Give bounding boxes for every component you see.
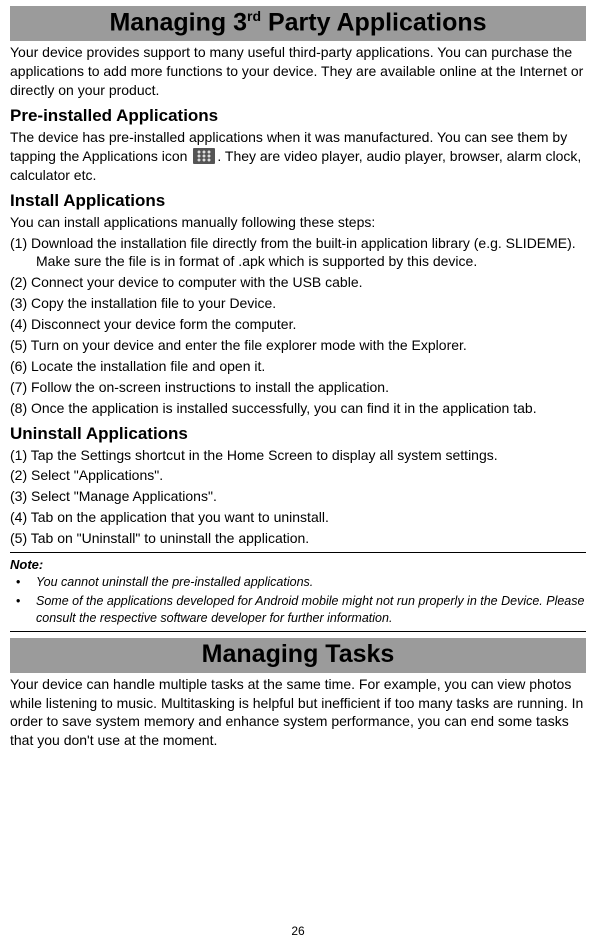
heading-superscript: rd: [247, 8, 261, 24]
note-title: Note:: [10, 557, 586, 572]
subheading-preinstalled: Pre-installed Applications: [10, 106, 586, 126]
install-step: (3) Copy the installation file to your D…: [10, 294, 586, 313]
uninstall-step: (2) Select "Applications".: [10, 466, 586, 485]
divider: [10, 631, 586, 632]
uninstall-step: (3) Select "Manage Applications".: [10, 487, 586, 506]
uninstall-step: (1) Tap the Settings shortcut in the Hom…: [10, 446, 586, 465]
install-step: (8) Once the application is installed su…: [10, 399, 586, 418]
intro-paragraph: Your device provides support to many use…: [10, 43, 586, 100]
install-step: (5) Turn on your device and enter the fi…: [10, 336, 586, 355]
applications-grid-icon: [193, 148, 215, 164]
tasks-paragraph: Your device can handle multiple tasks at…: [10, 675, 586, 751]
section-heading-managing-tasks: Managing Tasks: [10, 638, 586, 673]
section-heading-managing-apps: Managing 3rd Party Applications: [10, 6, 586, 41]
install-step: (6) Locate the installation file and ope…: [10, 357, 586, 376]
note-list: You cannot uninstall the pre-installed a…: [10, 574, 586, 627]
heading-text-suffix: Party Applications: [261, 8, 487, 36]
preinstalled-paragraph: The device has pre-installed application…: [10, 128, 586, 185]
subheading-uninstall: Uninstall Applications: [10, 424, 586, 444]
uninstall-step: (5) Tab on "Uninstall" to uninstall the …: [10, 529, 586, 548]
install-step: (1) Download the installation file direc…: [10, 234, 586, 272]
heading-text-prefix: Managing 3: [109, 8, 247, 36]
uninstall-step: (4) Tab on the application that you want…: [10, 508, 586, 527]
uninstall-steps-list: (1) Tap the Settings shortcut in the Hom…: [10, 446, 586, 548]
page-number: 26: [0, 924, 596, 938]
note-item: You cannot uninstall the pre-installed a…: [10, 574, 586, 591]
install-step: (4) Disconnect your device form the comp…: [10, 315, 586, 334]
subheading-install: Install Applications: [10, 191, 586, 211]
install-intro: You can install applications manually fo…: [10, 213, 586, 232]
install-step: (2) Connect your device to computer with…: [10, 273, 586, 292]
install-steps-list: (1) Download the installation file direc…: [10, 234, 586, 418]
install-step: (7) Follow the on-screen instructions to…: [10, 378, 586, 397]
note-item: Some of the applications developed for A…: [10, 593, 586, 627]
divider: [10, 552, 586, 553]
document-page: Managing 3rd Party Applications Your dev…: [0, 0, 596, 948]
